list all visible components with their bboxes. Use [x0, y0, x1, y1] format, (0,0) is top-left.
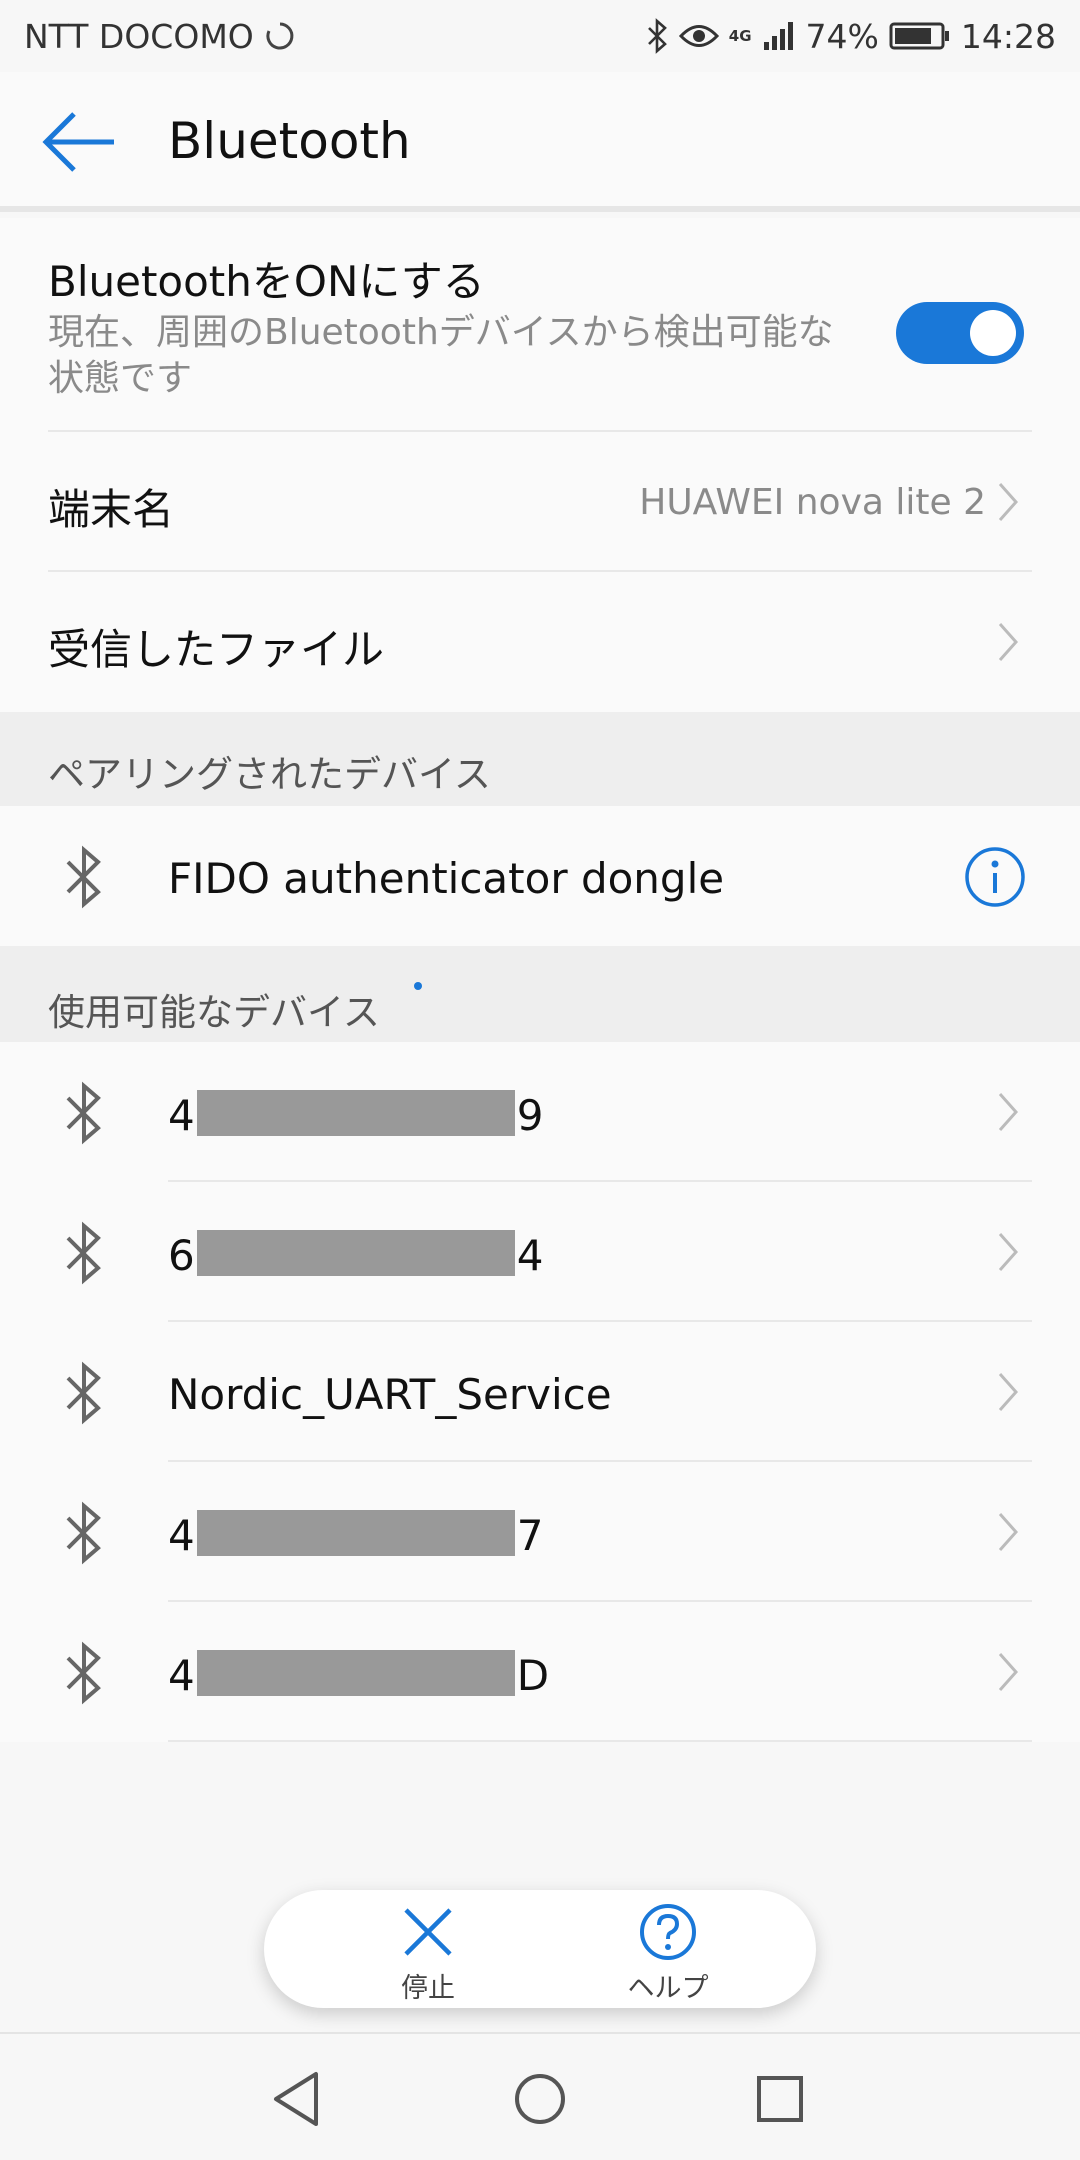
stop-label: 停止 — [401, 1973, 455, 2004]
redacted-block — [196, 1650, 515, 1696]
available-devices-header-label: 使用可能なデバイス — [48, 991, 380, 1034]
redacted-block — [196, 1090, 515, 1136]
help-icon — [640, 1904, 696, 1960]
device-name-suffix: 4 — [516, 1231, 544, 1280]
divider — [168, 1740, 1032, 1742]
recents-square-icon[interactable] — [745, 2064, 815, 2134]
switch-knob — [970, 310, 1016, 356]
available-device-row[interactable]: 4D — [0, 1602, 1080, 1742]
device-name: 49 — [168, 1090, 543, 1140]
navigation-bar — [0, 2032, 1080, 2160]
device-name-prefix: 4 — [168, 1511, 195, 1560]
bluetooth-icon — [66, 1081, 101, 1145]
close-icon — [404, 1908, 452, 1956]
battery-percent: 74% — [805, 16, 879, 56]
bluetooth-icon — [66, 1221, 101, 1285]
received-files-row[interactable]: 受信したファイル — [0, 572, 1080, 712]
paired-device-name: FIDO authenticator dongle — [168, 854, 725, 903]
help-button[interactable]: ヘルプ — [588, 1890, 748, 2008]
battery-icon — [889, 22, 949, 50]
chevron-right-icon — [998, 1653, 1019, 1691]
bluetooth-toggle-subtitle: 現在、周囲のBluetoothデバイスから検出可能な状態です — [48, 312, 834, 399]
chevron-right-icon — [998, 1093, 1019, 1131]
app-bar: Bluetooth — [0, 72, 1080, 212]
device-name-row[interactable]: 端末名 HUAWEI nova lite 2 — [0, 432, 1080, 572]
chevron-right-icon — [998, 483, 1019, 521]
device-name: Nordic_UART_Service — [168, 1370, 612, 1419]
device-name-suffix: D — [516, 1651, 550, 1700]
chevron-right-icon — [998, 623, 1019, 661]
sync-icon — [266, 22, 294, 50]
device-name-prefix: 6 — [168, 1231, 195, 1280]
bluetooth-icon — [66, 1501, 101, 1565]
redacted-block — [196, 1510, 515, 1556]
device-name: 64 — [168, 1230, 543, 1280]
device-name: 4D — [168, 1650, 549, 1700]
network-type: 4G — [728, 27, 752, 45]
paired-devices-header: ペアリングされたデバイス — [0, 712, 1080, 806]
help-label: ヘルプ — [627, 1973, 709, 2004]
eye-icon — [678, 25, 719, 47]
bluetooth-icon — [66, 845, 101, 909]
back-arrow-icon[interactable] — [40, 110, 122, 174]
device-name-value: HUAWEI nova lite 2 — [639, 482, 986, 523]
bluetooth-toggle-title: BluetoothをONにする — [48, 257, 485, 306]
status-bar: NTT DOCOMO 4G 74% 14:28 — [0, 0, 1080, 72]
carrier-name: NTT DOCOMO — [24, 16, 254, 56]
paired-devices-header-label: ペアリングされたデバイス — [48, 753, 491, 796]
chevron-right-icon — [998, 1233, 1019, 1271]
redacted-block — [196, 1230, 515, 1276]
home-circle-icon[interactable] — [505, 2064, 575, 2134]
device-name-prefix: 4 — [168, 1651, 195, 1700]
received-files-label: 受信したファイル — [48, 625, 385, 674]
device-name-suffix: 7 — [516, 1511, 544, 1560]
back-triangle-icon[interactable] — [264, 2064, 334, 2134]
device-name: 47 — [168, 1510, 543, 1560]
paired-device-row[interactable]: FIDO authenticator dongle — [0, 806, 1080, 946]
available-device-row[interactable]: 47 — [0, 1462, 1080, 1602]
available-device-row[interactable]: 64 — [0, 1182, 1080, 1322]
available-devices-header: 使用可能なデバイス — [0, 946, 1080, 1042]
page-title: Bluetooth — [168, 112, 411, 170]
available-device-row[interactable]: Nordic_UART_Service — [0, 1322, 1080, 1462]
signal-icon — [763, 22, 793, 50]
bluetooth-toggle-row[interactable]: BluetoothをONにする 現在、周囲のBluetoothデバイスから検出可… — [0, 218, 1080, 432]
bluetooth-icon — [66, 1641, 101, 1705]
stop-button[interactable]: 停止 — [348, 1890, 508, 2008]
device-name-prefix: 4 — [168, 1091, 195, 1140]
scanning-indicator — [414, 982, 422, 990]
bluetooth-switch[interactable] — [896, 302, 1024, 364]
clock: 14:28 — [960, 16, 1056, 56]
chevron-right-icon — [998, 1373, 1019, 1411]
chevron-right-icon — [998, 1513, 1019, 1551]
device-name-suffix: 9 — [516, 1091, 544, 1140]
available-device-row[interactable]: 49 — [0, 1042, 1080, 1182]
device-name-prefix: Nordic_UART_Service — [168, 1370, 612, 1419]
bottom-action-bar: 停止 ヘルプ — [264, 1890, 816, 2008]
device-name-label: 端末名 — [48, 485, 175, 534]
info-icon[interactable] — [964, 846, 1026, 908]
bluetooth-icon — [66, 1361, 101, 1425]
bluetooth-icon — [647, 18, 667, 54]
